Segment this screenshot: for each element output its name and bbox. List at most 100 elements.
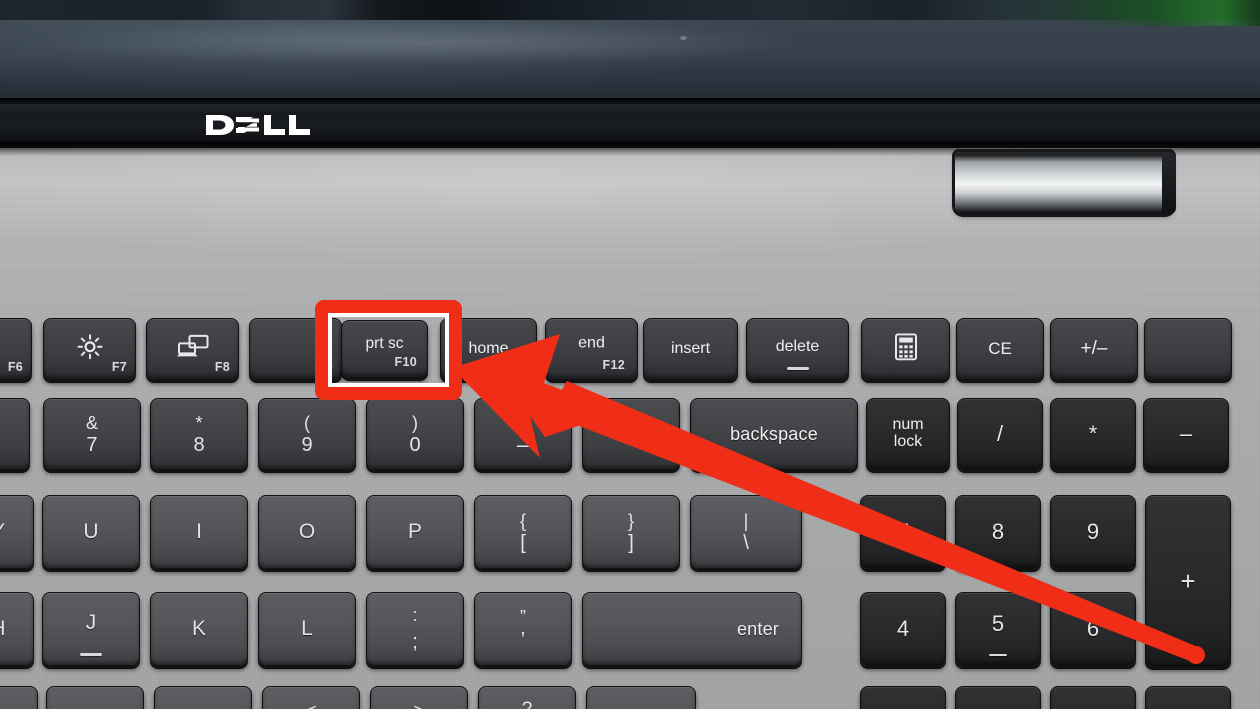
key-i-label: I <box>196 520 202 543</box>
hinge-cap <box>1162 152 1176 214</box>
key-6-partial[interactable] <box>0 398 30 470</box>
key-plus-minus[interactable]: +/– <box>1050 318 1138 380</box>
key-home-label: home <box>468 340 509 357</box>
key-calculator[interactable] <box>861 318 950 380</box>
laptop-screen <box>0 0 1260 100</box>
key-i[interactable]: I <box>150 495 248 569</box>
key-7-label: 7 <box>86 433 98 456</box>
key-f7[interactable]: F7 <box>43 318 136 380</box>
key-pad-divide-label: / <box>996 421 1004 446</box>
key-home[interactable]: home <box>440 318 537 380</box>
key-pad-divide[interactable]: / <box>957 398 1043 470</box>
key-y[interactable]: Y <box>0 495 34 569</box>
key-pad-enter-partial[interactable] <box>1145 686 1231 709</box>
key-7[interactable]: & 7 <box>43 398 141 470</box>
key-insert[interactable]: insert <box>643 318 738 380</box>
key-f6-partial[interactable]: F6 <box>0 318 32 380</box>
key-numlock[interactable]: num lock <box>866 398 950 470</box>
key-pad-6[interactable]: 6 <box>1050 592 1136 666</box>
key-blank-pad[interactable] <box>1144 318 1232 380</box>
screen-speck <box>680 36 687 40</box>
key-8-shift-label: * <box>195 412 203 433</box>
key-pad-1-partial[interactable] <box>860 686 946 709</box>
key-n-partial[interactable] <box>0 686 38 709</box>
key-pad-minus[interactable]: – <box>1143 398 1229 470</box>
key-ce[interactable]: CE <box>956 318 1044 380</box>
key-slash-shift-label: > <box>413 701 424 709</box>
key-backspace-label: backspace <box>730 423 818 444</box>
key-quote[interactable]: ” ’ <box>474 592 572 666</box>
key-backslash-label: \ <box>743 531 749 554</box>
key-0-label: 0 <box>409 433 421 456</box>
key-pad-8[interactable]: 8 <box>955 495 1041 569</box>
key-pad-3-partial[interactable] <box>1050 686 1136 709</box>
key-pad-9[interactable]: 9 <box>1050 495 1136 569</box>
key-pad-multiply[interactable]: * <box>1050 398 1136 470</box>
key-k[interactable]: K <box>150 592 248 666</box>
key-delete[interactable]: delete <box>746 318 849 380</box>
key-prtsc-label: prt sc <box>365 334 404 352</box>
key-bracket-right[interactable]: } ] <box>582 495 680 569</box>
key-period-partial[interactable]: < <box>262 686 360 709</box>
key-bracket-right-shift-label: } <box>627 510 634 531</box>
key-semicolon-shift-label: : <box>412 605 418 625</box>
key-0[interactable]: ) 0 <box>366 398 464 470</box>
keyboard: F6 F7 F8 F9 prt sc F10 home end F12 inse… <box>0 300 1260 709</box>
key-pad-5-homing-bar <box>989 653 1007 656</box>
key-shift-partial[interactable]: ? <box>478 686 576 709</box>
laptop-hinge <box>955 152 1176 214</box>
key-8[interactable]: * 8 <box>150 398 248 470</box>
key-extra-partial[interactable] <box>586 686 696 709</box>
key-pad-4[interactable]: 4 <box>860 592 946 666</box>
key-end-f12-label: F12 <box>602 358 625 372</box>
key-backslash-shift-label: | <box>743 510 749 531</box>
key-numlock-line2: lock <box>893 433 923 450</box>
key-pad-multiply-label: * <box>1088 421 1098 446</box>
keyboard-row-number: & 7 * 8 ( 9 ) 0 – backspace num lock / *… <box>0 398 1260 474</box>
key-backslash[interactable]: | \ <box>690 495 802 569</box>
key-u[interactable]: U <box>42 495 140 569</box>
key-h[interactable]: H <box>0 592 34 666</box>
keyboard-row-bottom-partial: < > ? <box>0 686 1260 709</box>
keyboard-row-home: H J K L : ; ” <box>0 592 1260 672</box>
key-pad-2-partial[interactable] <box>955 686 1041 709</box>
key-insert-label: insert <box>670 340 711 357</box>
brightness-icon <box>44 333 135 361</box>
calculator-icon <box>862 333 949 361</box>
screen-green-tint <box>1070 0 1260 26</box>
key-j[interactable]: J <box>42 592 140 666</box>
laptop-photo: F6 F7 F8 F9 prt sc F10 home end F12 inse… <box>0 0 1260 709</box>
key-minus[interactable]: _ – <box>474 398 572 470</box>
key-equals[interactable] <box>582 398 680 470</box>
key-bracket-right-label: ] <box>628 531 634 554</box>
keyboard-row-function: F6 F7 F8 F9 prt sc F10 home end F12 inse… <box>0 318 1260 384</box>
key-f9[interactable]: F9 <box>249 318 342 380</box>
key-9[interactable]: ( 9 <box>258 398 356 470</box>
key-p[interactable]: P <box>366 495 464 569</box>
key-prtsc[interactable]: prt sc F10 <box>341 320 428 378</box>
key-l[interactable]: L <box>258 592 356 666</box>
key-comma-partial[interactable] <box>154 686 252 709</box>
key-numlock-line1: num <box>892 416 924 434</box>
key-pad-7[interactable]: 7 <box>860 495 946 569</box>
key-bracket-left[interactable]: { [ <box>474 495 572 569</box>
key-o[interactable]: O <box>258 495 356 569</box>
screen-glare <box>40 22 800 64</box>
key-delete-label: delete <box>775 338 820 356</box>
key-prtsc-fn-label: F10 <box>394 355 417 369</box>
key-pad-4-label: 4 <box>896 616 910 641</box>
key-minus-label: – <box>516 431 530 457</box>
key-f8[interactable]: F8 <box>146 318 239 380</box>
key-end[interactable]: end F12 <box>545 318 638 380</box>
key-semicolon[interactable]: : ; <box>366 592 464 666</box>
key-0-shift-label: ) <box>412 412 418 433</box>
key-h-label: H <box>0 617 6 641</box>
key-enter[interactable]: enter <box>582 592 802 666</box>
key-period-shift-label: < <box>305 701 316 709</box>
key-plus-minus-label: +/– <box>1080 338 1108 359</box>
key-shift-question-label: ? <box>522 699 533 709</box>
key-pad-5[interactable]: 5 <box>955 592 1041 666</box>
key-backspace[interactable]: backspace <box>690 398 858 470</box>
key-slash-partial[interactable]: > <box>370 686 468 709</box>
key-m-partial[interactable] <box>46 686 144 709</box>
